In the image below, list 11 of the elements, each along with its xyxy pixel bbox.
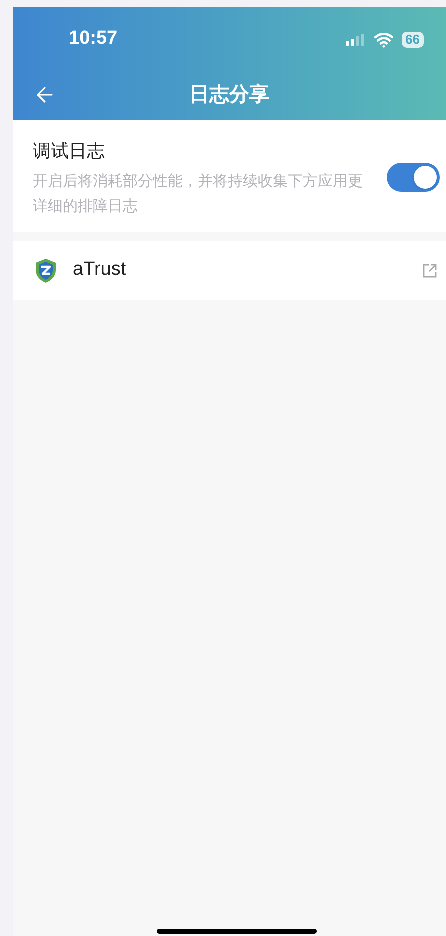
app-row[interactable]: aTrust <box>13 241 446 300</box>
setting-description: 开启后将消耗部分性能，并将持续收集下方应用更详细的排障日志 <box>33 172 364 217</box>
page-title: 日志分享 <box>190 82 270 108</box>
debug-toggle[interactable] <box>387 163 440 192</box>
battery-icon: 66 <box>402 32 424 48</box>
setting-title: 调试日志 <box>33 140 106 163</box>
app-name: aTrust <box>73 258 128 282</box>
status-time: 10:57 <box>69 27 118 52</box>
external-link-icon[interactable] <box>422 262 438 278</box>
shield-icon <box>34 258 58 284</box>
signal-icon <box>346 34 366 46</box>
